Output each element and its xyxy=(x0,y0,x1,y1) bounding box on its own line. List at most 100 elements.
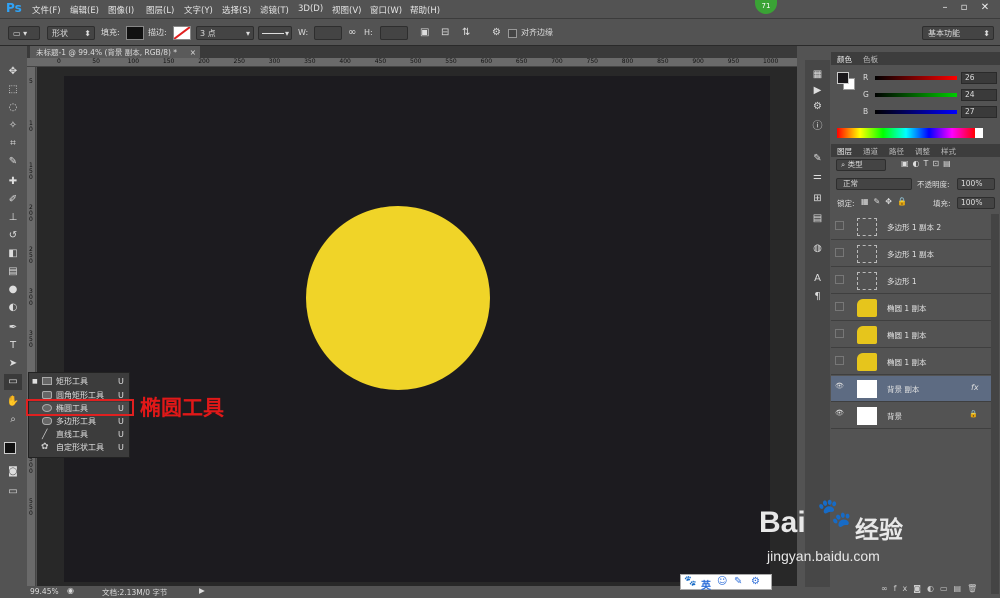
layer-row[interactable]: 👁 背景 🔒 xyxy=(831,403,991,429)
eye-icon[interactable]: 👁 xyxy=(835,410,844,419)
brush-tool-icon[interactable]: ✐ xyxy=(4,192,22,208)
eye-icon[interactable]: 👁 xyxy=(835,383,844,392)
menu-image[interactable]: 图像(I) xyxy=(108,4,134,16)
fill-swatch[interactable] xyxy=(126,26,144,40)
lock-icons[interactable]: ▦✎✥🔒 xyxy=(861,197,912,206)
actions-panel-icon[interactable]: ▶ xyxy=(811,84,824,97)
visibility-toggle[interactable] xyxy=(835,329,844,338)
gear-icon[interactable]: ⚙ xyxy=(492,26,501,40)
fx-badge[interactable]: fx xyxy=(971,383,979,392)
menu-window[interactable]: 窗口(W) xyxy=(370,4,402,16)
stroke-width-input[interactable]: 3 点 ▾ xyxy=(196,26,254,40)
menu-help[interactable]: 帮助(H) xyxy=(410,4,440,16)
layer-row[interactable]: 椭圆 1 副本 xyxy=(831,322,991,348)
blue-slider[interactable] xyxy=(875,110,957,114)
link-icon[interactable]: ∞ xyxy=(348,26,356,40)
width-input[interactable] xyxy=(314,26,342,40)
rectangle-tool-icon[interactable]: ▭ xyxy=(4,374,22,390)
spectrum-white[interactable] xyxy=(975,128,983,138)
clone-source-icon[interactable]: ⊞ xyxy=(811,192,824,205)
path-operations-icon[interactable]: ▣ xyxy=(420,26,429,40)
type-tool-icon[interactable]: T xyxy=(4,338,22,354)
path-arrangement-icon[interactable]: ⇅ xyxy=(462,26,470,40)
flyout-item-custom-shape[interactable]: ✿ 自定形状工具 U xyxy=(29,441,129,454)
color-foreground-swatch[interactable] xyxy=(837,72,849,84)
quick-mask-icon[interactable]: ◙ xyxy=(4,464,22,480)
layer-filter-select[interactable]: ⌕ 类型 xyxy=(836,159,886,171)
pen-icon[interactable]: ✎ xyxy=(734,576,742,587)
visibility-toggle[interactable] xyxy=(835,221,844,230)
path-select-icon[interactable]: ➤ xyxy=(4,356,22,372)
menu-view[interactable]: 视图(V) xyxy=(332,4,361,16)
character-panel-icon[interactable]: A xyxy=(811,272,824,285)
layer-filter-icons[interactable]: ▣◐T⊡▤ xyxy=(901,159,955,168)
gradient-tool-icon[interactable]: ▤ xyxy=(4,264,22,280)
menu-select[interactable]: 选择(S) xyxy=(222,4,251,16)
settings-icon[interactable]: ⚙ xyxy=(751,576,760,587)
eyedropper-tool-icon[interactable]: ✎ xyxy=(4,154,22,170)
menu-layer[interactable]: 图层(L) xyxy=(146,4,174,16)
layer-row[interactable]: 多边形 1 xyxy=(831,268,991,294)
red-slider[interactable] xyxy=(875,76,957,80)
status-arrow-icon[interactable]: ▶ xyxy=(199,586,205,595)
tab-paths[interactable]: 路径 xyxy=(889,146,904,157)
layer-row[interactable]: 椭圆 1 副本 xyxy=(831,349,991,375)
close-icon[interactable]: ✕ xyxy=(976,2,994,15)
tab-swatches[interactable]: 色板 xyxy=(863,54,878,65)
blend-mode-select[interactable]: 正常 xyxy=(836,178,912,190)
layer-row[interactable]: 多边形 1 副本 xyxy=(831,241,991,267)
flyout-item-polygon[interactable]: 多边形工具 U xyxy=(29,415,129,428)
minimize-icon[interactable]: – xyxy=(936,2,954,15)
marquee-tool-icon[interactable]: ⬚ xyxy=(4,82,22,98)
menu-file[interactable]: 文件(F) xyxy=(32,4,61,16)
menu-filter[interactable]: 滤镜(T) xyxy=(260,4,289,16)
layer-footer-icons[interactable]: ∞fx◙◐▭▤🗑 xyxy=(881,584,983,593)
visibility-toggle[interactable] xyxy=(835,302,844,311)
menu-type[interactable]: 文字(Y) xyxy=(184,4,213,16)
visibility-toggle[interactable] xyxy=(835,248,844,257)
zoom-level[interactable]: 99.45% xyxy=(30,587,59,596)
share-icon[interactable]: ◉ xyxy=(67,586,74,595)
layer-row-selected[interactable]: 👁 背景 副本 fx xyxy=(831,376,991,402)
properties-panel-icon[interactable]: ⚙ xyxy=(811,100,824,113)
stamp-tool-icon[interactable]: ⊥ xyxy=(4,210,22,226)
red-value[interactable]: 26 xyxy=(961,72,997,84)
paragraph-panel-icon[interactable]: ¶ xyxy=(811,290,824,303)
crop-tool-icon[interactable]: ⌗ xyxy=(4,136,22,152)
notes-panel-icon[interactable]: ▤ xyxy=(811,212,824,225)
dodge-tool-icon[interactable]: ◐ xyxy=(4,300,22,316)
tab-layers[interactable]: 图层 xyxy=(837,146,852,157)
foreground-color-swatch[interactable] xyxy=(4,442,16,454)
info-panel-icon[interactable]: ⓘ xyxy=(811,120,824,133)
pen-tool-icon[interactable]: ✒ xyxy=(4,320,22,336)
yellow-circle[interactable] xyxy=(306,206,490,390)
eraser-tool-icon[interactable]: ◧ xyxy=(4,246,22,262)
visibility-toggle[interactable] xyxy=(835,275,844,284)
menu-edit[interactable]: 编辑(E) xyxy=(70,4,99,16)
layer-row[interactable]: 椭圆 1 副本 xyxy=(831,295,991,321)
fill-opacity-input[interactable]: 100% xyxy=(957,197,995,209)
tab-channels[interactable]: 通道 xyxy=(863,146,878,157)
ime-mode[interactable]: 英 xyxy=(701,577,711,592)
visibility-toggle[interactable] xyxy=(835,356,844,365)
blur-tool-icon[interactable]: ● xyxy=(4,282,22,298)
emoji-icon[interactable]: ☺ xyxy=(717,576,727,587)
history-brush-icon[interactable]: ↺ xyxy=(4,228,22,244)
blue-value[interactable]: 27 xyxy=(961,106,997,118)
menu-3d[interactable]: 3D(D) xyxy=(298,4,323,14)
flyout-item-line[interactable]: ╱ 直线工具 U xyxy=(29,428,129,441)
workspace-select[interactable]: 基本功能 ⬍ xyxy=(922,26,994,40)
flyout-item-rectangle[interactable]: ■ 矩形工具 U xyxy=(29,375,129,388)
adjust-panel-icon[interactable]: ⚌ xyxy=(811,170,824,183)
lasso-tool-icon[interactable]: ◌ xyxy=(4,100,22,116)
3d-panel-icon[interactable]: ◍ xyxy=(811,242,824,255)
paw-icon[interactable]: 🐾 xyxy=(684,576,696,587)
height-input[interactable] xyxy=(380,26,408,40)
zoom-tool-icon[interactable]: ⌕ xyxy=(4,412,22,428)
brush-panel-icon[interactable]: ✎ xyxy=(811,152,824,165)
stroke-type-select[interactable]: ▾ xyxy=(258,26,292,40)
path-alignment-icon[interactable]: ⊟ xyxy=(441,26,449,40)
opacity-input[interactable]: 100% xyxy=(957,178,995,190)
maximize-icon[interactable]: ▫ xyxy=(955,2,973,15)
layer-row[interactable]: 多边形 1 副本 2 xyxy=(831,214,991,240)
